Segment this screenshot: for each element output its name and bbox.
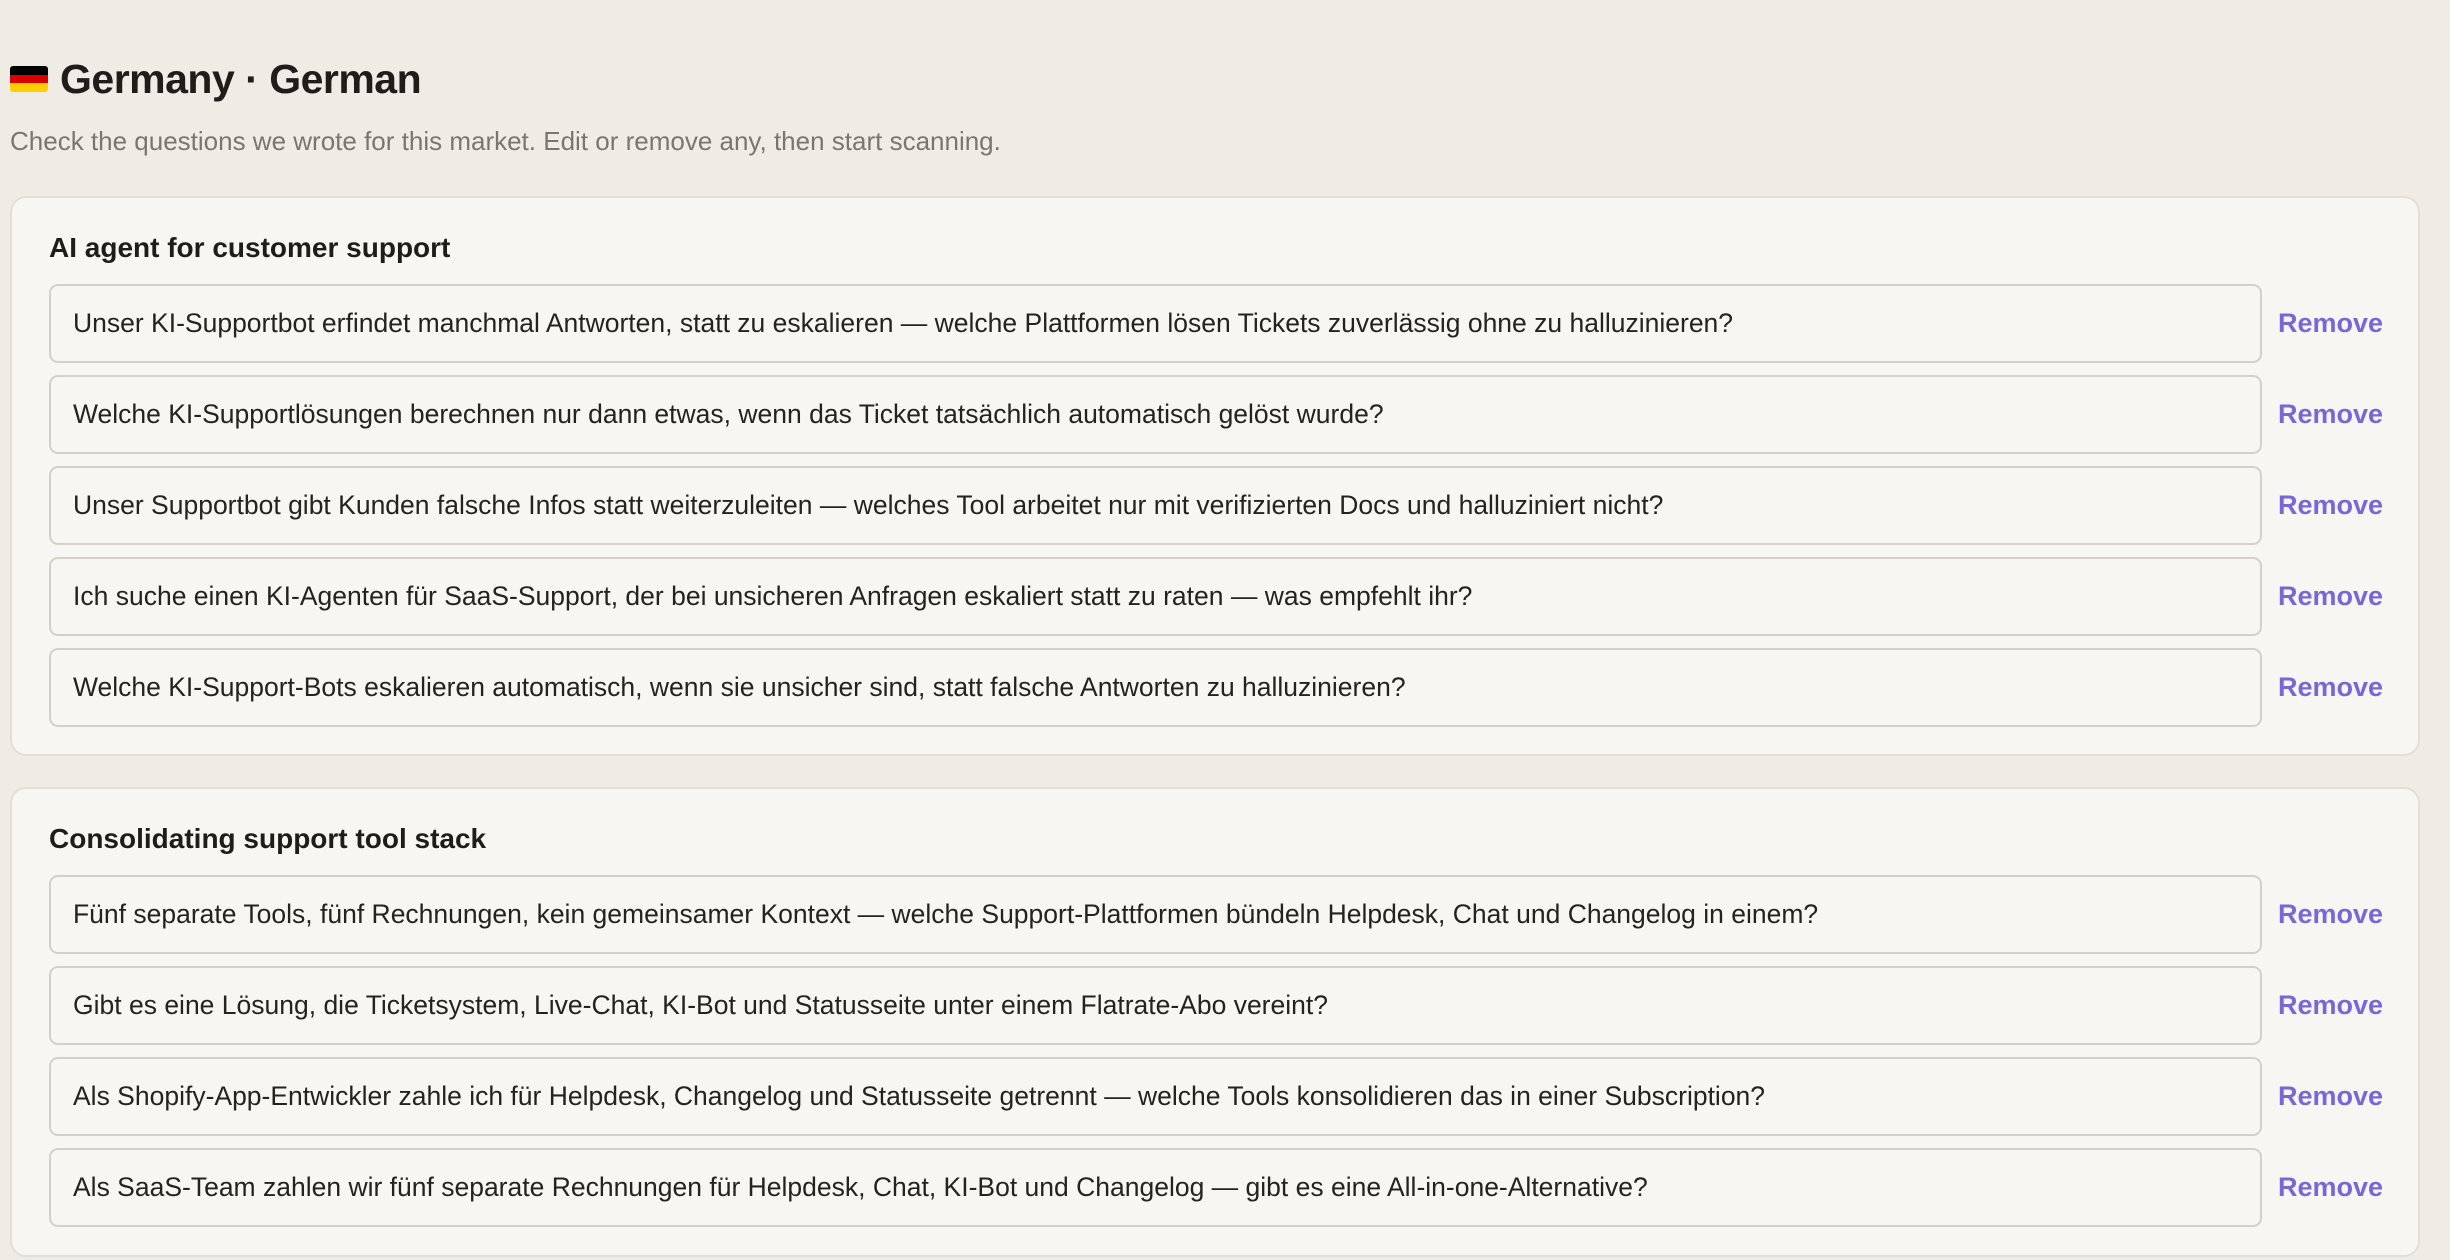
remove-button[interactable]: Remove (2278, 1081, 2383, 1112)
section-title: Consolidating support tool stack (49, 823, 487, 854)
question-row: Unser KI-Supportbot erfindet manchmal An… (49, 284, 2399, 363)
question-input[interactable]: Als Shopify-App-Entwickler zahle ich für… (49, 1057, 2262, 1136)
remove-button[interactable]: Remove (2278, 990, 2383, 1021)
question-row: Fünf separate Tools, fünf Rechnungen, ke… (49, 875, 2399, 954)
question-row: Ich suche einen KI-Agenten für SaaS-Supp… (49, 557, 2399, 636)
question-input[interactable]: Unser KI-Supportbot erfindet manchmal An… (49, 284, 2262, 363)
question-row: Welche KI-Support-Bots eskalieren automa… (49, 648, 2399, 727)
question-list: Fünf separate Tools, fünf Rechnungen, ke… (49, 875, 2399, 1239)
question-row: Unser Supportbot gibt Kunden falsche Inf… (49, 466, 2399, 545)
page-title-text: Germany · German (60, 55, 422, 102)
question-input[interactable]: Unser Supportbot gibt Kunden falsche Inf… (49, 466, 2262, 545)
question-input[interactable]: Welche KI-Supportlösungen berechnen nur … (49, 375, 2262, 454)
question-input[interactable]: Welche KI-Support-Bots eskalieren automa… (49, 648, 2262, 727)
remove-button[interactable]: Remove (2278, 581, 2383, 612)
question-row: Welche KI-Supportlösungen berechnen nur … (49, 375, 2399, 454)
page-header: Germany · German Check the questions we … (10, 50, 1001, 157)
question-input[interactable]: Fünf separate Tools, fünf Rechnungen, ke… (49, 875, 2262, 954)
remove-button[interactable]: Remove (2278, 672, 2383, 703)
remove-button[interactable]: Remove (2278, 399, 2383, 430)
section-card-ai-agent: AI agent for customer support Unser KI-S… (10, 196, 2420, 756)
section-card-consolidating-stack: Consolidating support tool stack Fünf se… (10, 787, 2420, 1257)
remove-button[interactable]: Remove (2278, 308, 2383, 339)
question-row: Gibt es eine Lösung, die Ticketsystem, L… (49, 966, 2399, 1045)
remove-button[interactable]: Remove (2278, 490, 2383, 521)
question-input[interactable]: Gibt es eine Lösung, die Ticketsystem, L… (49, 966, 2262, 1045)
page-subtitle: Check the questions we wrote for this ma… (10, 126, 1001, 156)
question-row: Als SaaS-Team zahlen wir fünf separate R… (49, 1148, 2399, 1227)
question-row: Als Shopify-App-Entwickler zahle ich für… (49, 1057, 2399, 1136)
question-input[interactable]: Ich suche einen KI-Agenten für SaaS-Supp… (49, 557, 2262, 636)
question-input[interactable]: Als SaaS-Team zahlen wir fünf separate R… (49, 1148, 2262, 1227)
page-title: Germany · German (10, 50, 1001, 108)
remove-button[interactable]: Remove (2278, 899, 2383, 930)
question-list: Unser KI-Supportbot erfindet manchmal An… (49, 284, 2399, 739)
remove-button[interactable]: Remove (2278, 1172, 2383, 1203)
germany-flag-icon (10, 66, 48, 92)
question-review-page: Germany · German Check the questions we … (0, 0, 2450, 1260)
section-title: AI agent for customer support (49, 232, 451, 263)
